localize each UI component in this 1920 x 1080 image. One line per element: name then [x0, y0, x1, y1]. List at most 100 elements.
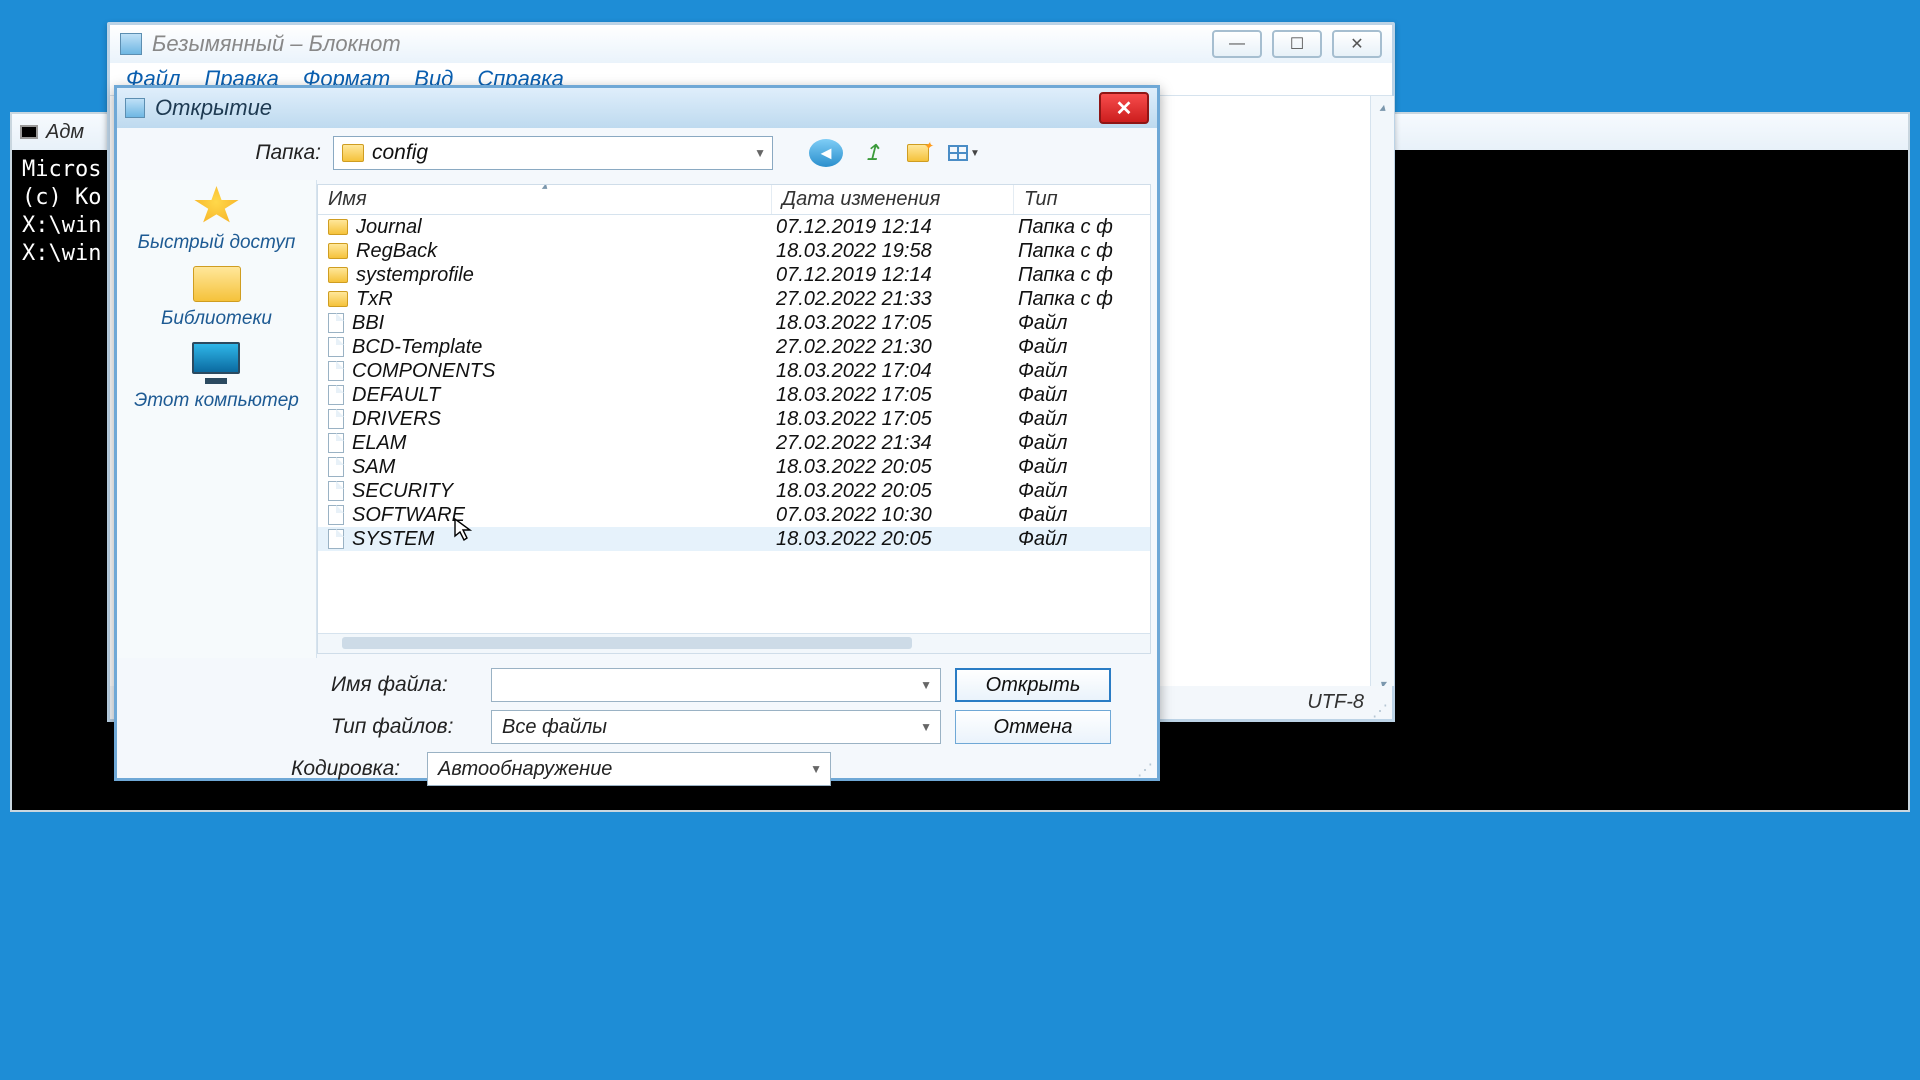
file-type: Файл [1014, 528, 1150, 551]
file-type: Файл [1014, 312, 1150, 335]
listview-hscroll[interactable] [318, 633, 1150, 653]
file-row[interactable]: SYSTEM 18.03.2022 20:05Файл [318, 527, 1150, 551]
file-icon [328, 337, 344, 357]
file-name: Journal [356, 216, 422, 239]
file-type: Файл [1014, 480, 1150, 503]
file-row[interactable]: Journal07.12.2019 12:14Папка с ф [318, 215, 1150, 239]
file-listview[interactable]: ▴ Имя Дата изменения Тип Journal07.12.20… [317, 184, 1151, 654]
file-icon [328, 361, 344, 381]
file-name: RegBack [356, 240, 437, 263]
file-row[interactable]: DEFAULT 18.03.2022 17:05Файл [318, 383, 1150, 407]
places-bar: Быстрый доступ Библиотеки Этот компьютер [117, 180, 317, 658]
close-button[interactable]: ✕ [1332, 30, 1382, 58]
file-name: BCD-Template [352, 336, 482, 359]
filename-input[interactable]: ▼ [491, 668, 941, 702]
col-name[interactable]: ▴ Имя [318, 185, 772, 214]
dialog-resize-grip-icon[interactable]: ⋰ [1137, 766, 1153, 776]
place-label: Быстрый доступ [138, 232, 296, 254]
file-date: 07.12.2019 12:14 [772, 264, 1014, 287]
file-name: DRIVERS [352, 408, 441, 431]
monitor-stand-icon [205, 378, 227, 384]
file-icon [328, 433, 344, 453]
file-icon [328, 505, 344, 525]
file-type: Файл [1014, 360, 1150, 383]
file-type: Файл [1014, 456, 1150, 479]
file-date: 18.03.2022 17:05 [772, 312, 1014, 335]
dialog-icon [125, 98, 145, 118]
file-icon [328, 385, 344, 405]
encoding-label: Кодировка: [131, 757, 413, 781]
minimize-button[interactable]: — [1212, 30, 1262, 58]
file-type: Файл [1014, 432, 1150, 455]
file-type: Папка с ф [1014, 240, 1150, 263]
scroll-up-icon[interactable]: ▴ [1371, 96, 1394, 118]
col-date[interactable]: Дата изменения [772, 185, 1014, 214]
file-name: DEFAULT [352, 384, 440, 407]
place-quick-access[interactable]: Быстрый доступ [138, 186, 296, 254]
file-name: SECURITY [352, 480, 453, 503]
folder-icon [193, 266, 241, 302]
file-name: SYSTEM [352, 528, 434, 551]
folder-icon [328, 219, 348, 235]
back-button[interactable]: ◄ [809, 139, 843, 167]
file-row[interactable]: SOFTWARE07.03.2022 10:30Файл [318, 503, 1150, 527]
filename-label: Имя файла: [131, 673, 477, 697]
chevron-down-icon: ▼ [920, 720, 932, 734]
file-date: 18.03.2022 20:05 [772, 456, 1014, 479]
file-row[interactable]: BBI18.03.2022 17:05Файл [318, 311, 1150, 335]
file-row[interactable]: systemprofile07.12.2019 12:14Папка с ф [318, 263, 1150, 287]
maximize-button[interactable]: ☐ [1272, 30, 1322, 58]
encoding-combo[interactable]: Автообнаружение ▼ [427, 752, 831, 786]
scrollbar-thumb[interactable] [342, 637, 912, 649]
file-name: systemprofile [356, 264, 474, 287]
notepad-titlebar[interactable]: Безымянный – Блокнот — ☐ ✕ [110, 25, 1392, 63]
dialog-close-button[interactable]: ✕ [1099, 92, 1149, 124]
file-date: 18.03.2022 20:05 [772, 528, 1014, 551]
chevron-down-icon: ▼ [754, 146, 766, 160]
up-one-level-button[interactable]: ↥ [855, 139, 889, 167]
file-type: Папка с ф [1014, 288, 1150, 311]
file-type: Файл [1014, 384, 1150, 407]
lookin-label: Папка: [131, 141, 321, 165]
sparkle-icon: ✦ [923, 139, 933, 153]
col-type[interactable]: Тип [1014, 185, 1150, 214]
file-name: COMPONENTS [352, 360, 495, 383]
open-dialog: Открытие ✕ Папка: config ▼ ◄ ↥ ✦ ▼ Быстр… [114, 85, 1160, 781]
file-type: Файл [1014, 408, 1150, 431]
dialog-titlebar[interactable]: Открытие ✕ [117, 88, 1157, 128]
file-row[interactable]: TxR27.02.2022 21:33Папка с ф [318, 287, 1150, 311]
file-icon [328, 409, 344, 429]
file-date: 18.03.2022 17:05 [772, 408, 1014, 431]
file-row[interactable]: SECURITY18.03.2022 20:05Файл [318, 479, 1150, 503]
file-type: Папка с ф [1014, 216, 1150, 239]
file-date: 27.02.2022 21:30 [772, 336, 1014, 359]
filetype-label: Тип файлов: [131, 715, 477, 739]
cancel-button[interactable]: Отмена [955, 710, 1111, 744]
file-row[interactable]: ELAM27.02.2022 21:34Файл [318, 431, 1150, 455]
new-folder-button[interactable]: ✦ [901, 139, 935, 167]
folder-combo[interactable]: config ▼ [333, 136, 773, 170]
star-icon [193, 186, 239, 226]
place-libraries[interactable]: Библиотеки [161, 266, 272, 330]
chevron-down-icon: ▼ [970, 148, 980, 159]
file-row[interactable]: SAM 18.03.2022 20:05Файл [318, 455, 1150, 479]
file-row[interactable]: DRIVERS 18.03.2022 17:05Файл [318, 407, 1150, 431]
resize-grip-icon[interactable]: ⋰ [1372, 707, 1388, 717]
vscrollbar[interactable]: ▴ ▾ [1370, 96, 1394, 695]
file-name: SAM [352, 456, 395, 479]
file-date: 18.03.2022 17:05 [772, 384, 1014, 407]
file-row[interactable]: RegBack18.03.2022 19:58Папка с ф [318, 239, 1150, 263]
notepad-icon [120, 33, 142, 55]
view-menu-button[interactable]: ▼ [947, 139, 981, 167]
folder-icon [328, 291, 348, 307]
place-label: Библиотеки [161, 308, 272, 330]
file-row[interactable]: COMPONENTS18.03.2022 17:04Файл [318, 359, 1150, 383]
open-button[interactable]: Открыть [955, 668, 1111, 702]
file-name: TxR [356, 288, 393, 311]
file-row[interactable]: BCD-Template27.02.2022 21:30Файл [318, 335, 1150, 359]
file-name: SOFTWARE [352, 504, 465, 527]
sort-asc-icon: ▴ [542, 184, 548, 192]
filetype-combo[interactable]: Все файлы ▼ [491, 710, 941, 744]
place-this-pc[interactable]: Этот компьютер [134, 342, 299, 412]
folder-name: config [372, 141, 428, 165]
